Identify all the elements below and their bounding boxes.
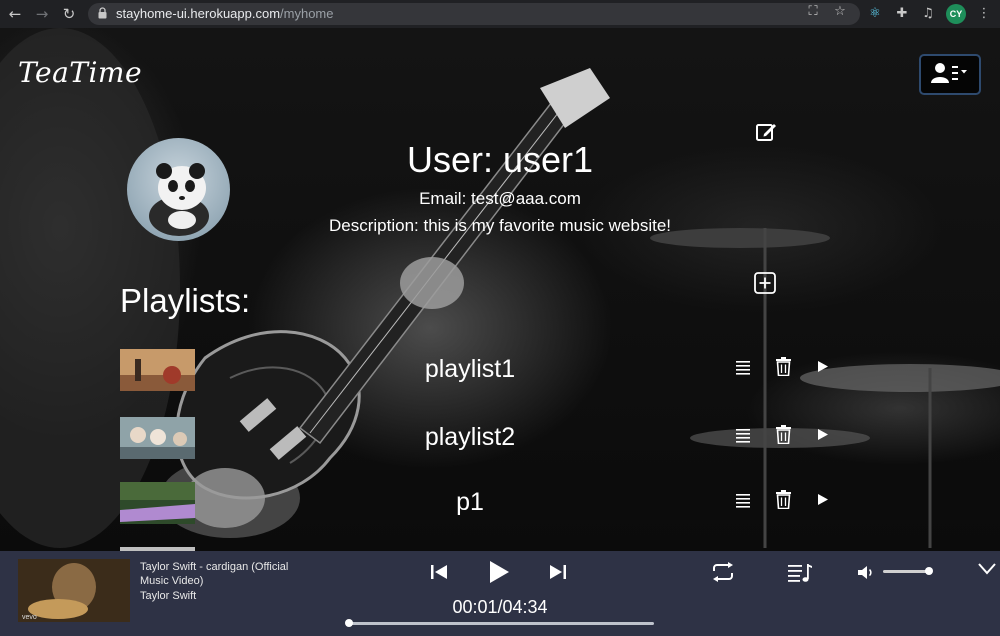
volume-icon[interactable]	[857, 565, 875, 580]
user-description: Description: this is my favorite music w…	[329, 216, 671, 235]
playlist-row[interactable]: p1	[120, 482, 840, 526]
playlist-name[interactable]: playlist1	[350, 355, 590, 384]
list-icon[interactable]	[736, 359, 754, 375]
playlist-thumbnail-image	[120, 482, 195, 524]
music-player-bar: vevo Taylor Swift - cardigan (Official M…	[0, 551, 1000, 636]
chevron-down-icon[interactable]	[978, 563, 996, 575]
trash-icon[interactable]	[775, 425, 792, 444]
volume-slider-handle[interactable]	[924, 567, 933, 575]
playback-time: 00:01/04:34	[452, 597, 548, 617]
volume-slider[interactable]	[883, 567, 933, 575]
playlist-thumbnail	[120, 417, 195, 459]
forward-icon[interactable]: →	[32, 4, 52, 24]
playlist-row[interactable]: playlist1	[120, 349, 840, 393]
user-email: Email: test@aaa.com	[419, 189, 581, 208]
list-icon[interactable]	[736, 492, 754, 508]
page-title: User: user1	[406, 139, 594, 180]
playlists-heading: Playlists:	[120, 282, 251, 319]
browser-toolbar: ← → ↻ stayhome-ui.herokuapp.com/myhome ⛶…	[0, 0, 1000, 28]
trash-icon[interactable]	[775, 490, 792, 509]
kebab-menu-icon[interactable]: ⋮	[975, 5, 993, 23]
play-icon[interactable]	[816, 492, 830, 507]
playlist-name[interactable]: p1	[350, 488, 590, 517]
play-pause-icon[interactable]	[488, 560, 510, 584]
track-title: Taylor Swift - cardigan (Official Music …	[140, 561, 289, 587]
extensions-puzzle-icon[interactable]: ✚	[893, 5, 911, 23]
previous-track-icon[interactable]	[430, 564, 448, 580]
progress-bar[interactable]	[345, 619, 654, 627]
list-icon[interactable]	[736, 427, 754, 443]
address-bar[interactable]: stayhome-ui.herokuapp.com/myhome ⛶ ☆	[88, 3, 860, 25]
playlist-thumbnail	[120, 482, 195, 524]
profile-avatar[interactable]: CY	[946, 4, 966, 24]
playlist-thumbnail-image	[120, 417, 195, 459]
playlist-thumbnail-image	[120, 349, 195, 391]
translate-icon[interactable]: ⛶	[804, 3, 822, 21]
url-host: stayhome-ui.herokuapp.com	[116, 6, 281, 21]
reload-icon[interactable]: ↻	[59, 4, 79, 24]
repeat-icon[interactable]	[710, 562, 736, 582]
lock-icon	[98, 7, 107, 19]
app-logo[interactable]: TeaTime	[18, 56, 142, 89]
play-icon[interactable]	[816, 359, 830, 374]
next-track-icon[interactable]	[549, 564, 567, 580]
add-playlist-icon[interactable]	[753, 271, 777, 295]
back-icon[interactable]: ←	[5, 4, 25, 24]
react-devtools-icon[interactable]: ⚛	[866, 5, 884, 23]
play-icon[interactable]	[816, 427, 830, 442]
queue-music-icon[interactable]	[787, 562, 813, 584]
main-page: TeaTime User: user1 Email: test@aaa.com …	[0, 28, 1000, 551]
playlist-name[interactable]: playlist2	[350, 423, 590, 452]
progress-handle[interactable]	[345, 619, 354, 627]
user-list-icon	[931, 63, 967, 83]
playlist-thumbnail	[120, 349, 195, 391]
url-path: /myhome	[280, 6, 334, 21]
bookmark-star-icon[interactable]: ☆	[831, 3, 849, 21]
playlist-row[interactable]: playlist2	[120, 417, 840, 461]
media-control-icon[interactable]: ♫	[919, 5, 937, 23]
user-menu-button[interactable]	[919, 54, 981, 95]
trash-icon[interactable]	[775, 357, 792, 376]
